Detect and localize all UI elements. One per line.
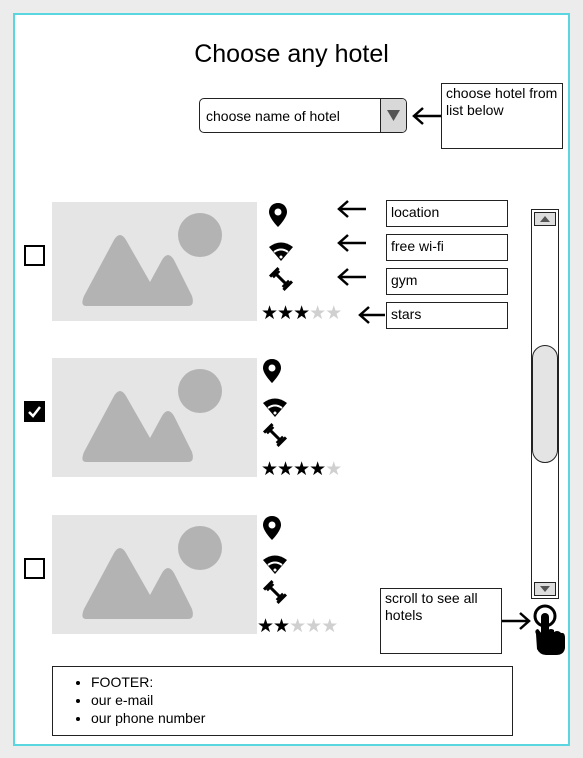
page-title: Choose any hotel: [194, 40, 389, 68]
wifi-icon: [262, 553, 288, 580]
hotel-select-checkbox[interactable]: [24, 401, 45, 422]
scroll-up-button[interactable]: [534, 212, 556, 226]
arrow-left-icon: [337, 234, 366, 252]
arrow-left-icon: [412, 107, 441, 125]
star-rating: ★★★★★: [261, 303, 342, 324]
legend-wifi: free wi-fi: [386, 234, 508, 261]
star-filled-icon: ★: [293, 459, 310, 480]
legend-location: location: [386, 200, 508, 227]
star-filled-icon: ★: [273, 616, 290, 637]
star-filled-icon: ★: [261, 303, 278, 324]
hotel-list-scrollbar[interactable]: [531, 209, 559, 599]
triangle-down-icon: [387, 110, 400, 121]
arrow-left-icon: [337, 200, 366, 218]
legend-stars: stars: [386, 302, 508, 329]
wifi-icon: [262, 396, 288, 423]
star-filled-icon: ★: [293, 303, 310, 324]
location-pin-icon: [262, 358, 282, 389]
arrow-left-icon: [337, 268, 366, 286]
wifi-icon: [268, 240, 294, 267]
footer-item: our phone number: [91, 709, 512, 727]
dropdown-value: choose name of hotel: [206, 108, 340, 124]
hand-pointer-icon: [533, 604, 565, 655]
dumbbell-icon: [268, 266, 294, 297]
star-empty-icon: ★: [325, 459, 342, 480]
footer: FOOTER: our e-mail our phone number: [52, 666, 513, 736]
hotel-name-dropdown[interactable]: choose name of hotel: [199, 98, 407, 133]
annotation-choose-hotel: choose hotel from list below: [441, 83, 563, 149]
triangle-up-icon: [540, 216, 550, 222]
location-pin-icon: [262, 515, 282, 546]
star-empty-icon: ★: [325, 303, 342, 324]
hotel-image-placeholder: [52, 202, 257, 321]
hotel-image-placeholder: [52, 358, 257, 477]
legend-gym: gym: [386, 268, 508, 295]
annotation-scroll: scroll to see all hotels: [380, 588, 502, 654]
star-rating: ★★★★★: [257, 616, 338, 637]
checkmark-icon: [28, 406, 41, 418]
star-rating: ★★★★★: [261, 459, 342, 480]
star-empty-icon: ★: [321, 616, 338, 637]
scroll-thumb[interactable]: [532, 345, 558, 463]
footer-item: FOOTER:: [91, 673, 512, 691]
star-filled-icon: ★: [309, 459, 326, 480]
hotel-select-checkbox[interactable]: [24, 558, 45, 579]
triangle-down-icon: [540, 586, 550, 592]
dropdown-toggle-button[interactable]: [380, 99, 406, 132]
star-empty-icon: ★: [289, 616, 306, 637]
star-filled-icon: ★: [277, 459, 294, 480]
location-pin-icon: [268, 202, 288, 233]
star-empty-icon: ★: [309, 303, 326, 324]
dumbbell-icon: [262, 579, 288, 610]
footer-item: our e-mail: [91, 691, 512, 709]
star-empty-icon: ★: [305, 616, 322, 637]
hotel-select-checkbox[interactable]: [24, 245, 45, 266]
arrow-left-icon: [358, 306, 385, 324]
scroll-down-button[interactable]: [534, 582, 556, 596]
arrow-right-icon: [502, 612, 531, 630]
hotel-image-placeholder: [52, 515, 257, 634]
dumbbell-icon: [262, 422, 288, 453]
star-filled-icon: ★: [261, 459, 278, 480]
star-filled-icon: ★: [257, 616, 274, 637]
star-filled-icon: ★: [277, 303, 294, 324]
